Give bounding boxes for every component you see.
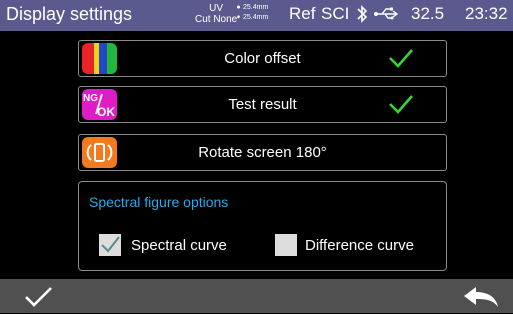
- usb-icon: [373, 4, 401, 29]
- check-icon[interactable]: [387, 91, 415, 117]
- spectral-options-panel: Spectral figure options Spectral curve D…: [78, 181, 447, 271]
- color-offset-row[interactable]: Color offset: [78, 40, 447, 77]
- back-button[interactable]: [463, 286, 499, 308]
- aperture-dot-icon: ●: [236, 4, 241, 11]
- check-icon[interactable]: [387, 45, 415, 71]
- aperture-arrow-icon: ➧: [235, 14, 242, 21]
- spectral-curve-label: Spectral curve: [131, 237, 227, 254]
- spectral-curve-checkbox[interactable]: [99, 234, 121, 256]
- ref-indicator: Ref: [289, 4, 316, 23]
- rotate-screen-label: Rotate screen 180°: [198, 144, 327, 161]
- confirm-button[interactable]: [24, 285, 54, 309]
- difference-curve-checkbox[interactable]: [275, 234, 297, 256]
- check-icon: [25, 287, 52, 307]
- rotate-screen-row[interactable]: Rotate screen 180°: [78, 134, 447, 171]
- checkmark-icon: [101, 236, 120, 253]
- clock: 23:32: [465, 4, 508, 23]
- back-arrow-icon: [464, 287, 498, 307]
- bluetooth-icon: [356, 4, 368, 29]
- page-title: Display settings: [6, 4, 133, 24]
- temperature-readout: 32.5: [411, 4, 445, 23]
- light-source-indicator: UV Cut None: [195, 3, 238, 25]
- status-bar: Display settings UV Cut None ● 25.4mm ➧ 25…: [0, 0, 513, 31]
- difference-curve-label: Difference curve: [305, 237, 414, 254]
- sci-indicator: SCI: [321, 4, 350, 23]
- aperture-indicator: ● 25.4mm ➧ 25.4mm: [235, 4, 269, 21]
- bottom-bar: [0, 279, 513, 313]
- test-result-row[interactable]: NG OK Test result: [78, 86, 447, 123]
- spectral-options-header: Spectral figure options: [89, 194, 229, 210]
